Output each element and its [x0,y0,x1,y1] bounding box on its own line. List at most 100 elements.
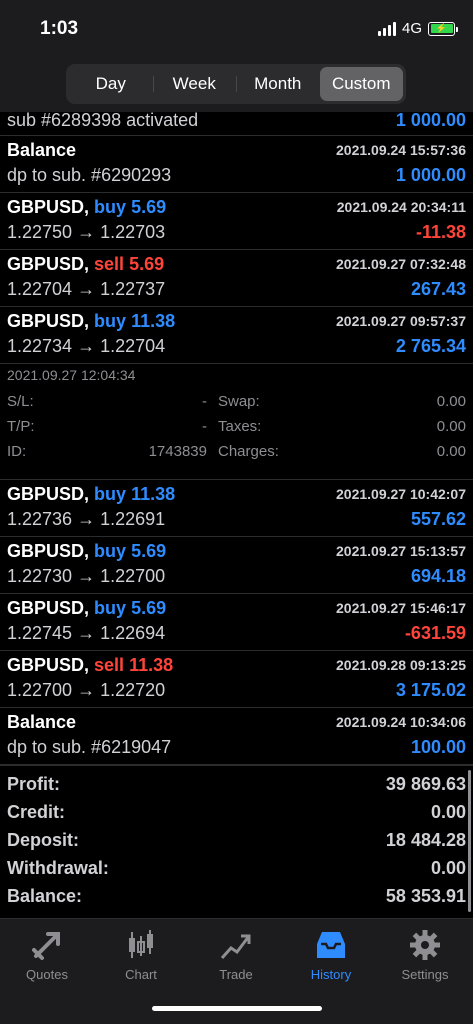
summary-value: 39 869.63 [385,774,466,794]
deal-symbol: GBPUSD, buy 5.69 [7,541,166,562]
deal-profit: 267.43 [410,279,466,299]
deal-volume: 11.38 [129,655,174,675]
deal-profit: 100.00 [410,737,466,757]
summary-label: Deposit: [7,830,79,850]
deal-profit: -11.38 [415,222,466,242]
deal-prices: 1.22704 → 1.22737 [7,279,166,299]
deal-time: 2021.09.27 07:32:48 [336,256,466,272]
deal-time: 2021.09.24 15:57:36 [336,142,466,158]
deal-prices: 1.22736 → 1.22691 [7,509,166,529]
summary-balance: Balance: 58 353.91 [0,884,473,912]
detail-time: 2021.09.27 12:04:34 [7,367,136,383]
deal-profit: 557.62 [410,509,466,529]
symbol-text: GBPUSD, [7,254,90,274]
status-time: 1:03 [40,18,79,39]
trade-icon [218,927,254,963]
id-value: 1743839 [148,443,207,460]
deal-amount: 1 000.00 [395,110,466,130]
tab-quotes[interactable]: Quotes [0,927,94,982]
symbol-text: GBPUSD, [7,197,90,217]
deal-symbol: GBPUSD, sell 5.69 [7,254,164,275]
deal-symbol: GBPUSD, buy 11.38 [7,484,175,505]
deal-time: 2021.09.27 09:57:37 [336,313,466,329]
period-week[interactable]: Week [152,67,237,101]
deal-time: 2021.09.27 15:13:57 [336,543,466,559]
deal-side: buy [94,197,127,217]
period-custom[interactable]: Custom [319,67,403,101]
tab-label: Chart [125,967,157,982]
deal-profit: 1 000.00 [395,165,466,185]
swap-value: 0.00 [436,393,466,410]
deal-profit: 3 175.02 [395,680,466,700]
tab-label: History [310,967,352,982]
summary-withdrawal: Withdrawal: 0.00 [0,856,473,884]
deal-row[interactable]: GBPUSD, buy 5.69 2021.09.27 15:46:17 1.227… [0,594,473,651]
deal-time: 2021.09.24 10:34:06 [336,714,466,730]
deal-prices: 1.22745 → 1.22694 [7,623,166,643]
deal-symbol: GBPUSD, buy 5.69 [7,598,166,619]
symbol-text: GBPUSD, [7,655,90,675]
history-icon [313,927,349,963]
signal-icon [377,21,396,36]
network-type: 4G [401,20,422,37]
summary-profit: Profit: 39 869.63 [0,772,473,800]
deal-prices: dp to sub. #6290293 [7,165,172,185]
tab-chart[interactable]: Chart [94,927,188,982]
home-indicator[interactable] [152,1006,322,1011]
period-selector: Day Week Month Custom [66,64,406,104]
deal-volume: 11.38 [131,484,176,504]
deal-row[interactable]: Balance 2021.09.24 10:34:06 dp to sub. #62… [0,708,473,765]
deal-side: buy [94,311,127,331]
history-row[interactable]: sub #6289398 activated 1 000.00 [0,110,473,136]
deal-time: 2021.09.27 10:42:07 [336,486,466,502]
tab-trade[interactable]: Trade [189,927,283,982]
history-list: sub #6289398 activated 1 000.00 Balance 2… [0,110,473,912]
summary-deposit: Deposit: 18 484.28 [0,828,473,856]
tab-label: Quotes [26,967,68,982]
summary-label: Credit: [7,802,65,822]
deal-row[interactable]: GBPUSD, buy 5.69 2021.09.27 15:13:57 1.227… [0,537,473,594]
status-indicators: 4G ⚡ [377,20,458,37]
summary-value: 58 353.91 [385,886,466,906]
quotes-icon [29,927,65,963]
period-day[interactable]: Day [69,67,153,101]
summary-panel: Profit: 39 869.63 Credit: 0.00 Deposit: … [0,765,473,912]
charges-value: 0.00 [436,443,466,460]
tab-history[interactable]: History [284,927,378,982]
period-selector-bar: Day Week Month Custom [0,58,473,112]
period-month[interactable]: Month [236,67,320,101]
taxes-label: Taxes: [218,418,262,435]
deal-prices: 1.22750 → 1.22703 [7,222,166,242]
sl-label: S/L: [7,393,34,410]
tab-settings[interactable]: Settings [378,927,472,982]
deal-description: sub #6289398 activated [7,110,199,130]
deal-volume: 5.69 [131,541,167,561]
deal-side: buy [94,598,127,618]
deal-side: sell [94,655,125,675]
deal-volume: 11.38 [131,311,176,331]
tab-label: Trade [219,967,253,982]
deal-symbol: Balance [7,140,76,161]
deal-side: buy [94,541,127,561]
symbol-text: GBPUSD, [7,484,90,504]
deal-row[interactable]: GBPUSD, sell 5.69 2021.09.27 07:32:48 1.22… [0,250,473,307]
deal-side: buy [94,484,127,504]
charges-label: Charges: [218,443,279,460]
chart-icon [123,927,159,963]
deal-profit: 694.18 [410,566,466,586]
deal-row[interactable]: GBPUSD, buy 11.38 2021.09.27 10:42:07 1.22… [0,480,473,537]
deal-volume: 5.69 [131,598,167,618]
deal-row[interactable]: Balance 2021.09.24 15:57:36 dp to sub. #62… [0,136,473,193]
status-bar: 1:03 4G ⚡ [0,0,473,58]
tp-label: T/P: [7,418,35,435]
tab-label: Settings [401,967,449,982]
symbol-text: Balance [7,140,77,160]
deal-row[interactable]: GBPUSD, sell 11.38 2021.09.28 09:13:25 1.2… [0,651,473,708]
symbol-text: GBPUSD, [7,311,90,331]
deal-profit: -631.59 [404,623,466,643]
deal-row[interactable]: GBPUSD, buy 5.69 2021.09.24 20:34:11 1.227… [0,193,473,250]
deal-row[interactable]: GBPUSD, buy 11.38 2021.09.27 09:57:37 1.22… [0,307,473,364]
summary-label: Profit: [7,774,60,794]
scrollbar[interactable] [468,770,471,912]
deal-prices: 1.22730 → 1.22700 [7,566,166,586]
